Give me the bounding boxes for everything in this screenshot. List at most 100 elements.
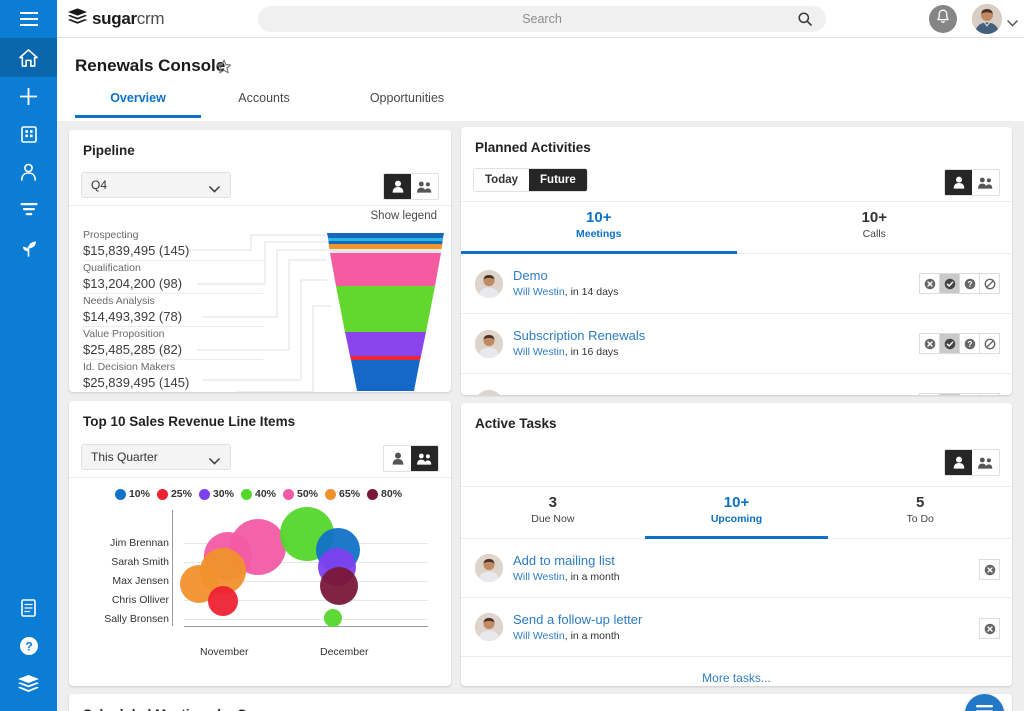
funnel-stage-value: $25,839,495 (145) bbox=[83, 374, 263, 391]
legend-label: 40% bbox=[255, 488, 276, 500]
activity-title[interactable]: Subscription Renewals bbox=[513, 327, 645, 345]
activity-title[interactable]: Demo bbox=[513, 267, 618, 285]
cancel-x-icon-button[interactable] bbox=[919, 333, 940, 354]
active-tasks-dashlet: Active Tasks bbox=[461, 403, 1012, 686]
bubble-point[interactable] bbox=[208, 586, 238, 616]
cancel-x-icon-button[interactable] bbox=[979, 618, 1000, 639]
question-circle-icon-button[interactable]: ? bbox=[959, 333, 980, 354]
top-sales-toggle-team-items[interactable] bbox=[411, 446, 438, 471]
search-icon[interactable] bbox=[798, 12, 812, 31]
legend-item[interactable]: 40% bbox=[241, 488, 276, 500]
legend-item[interactable]: 80% bbox=[367, 488, 402, 500]
funnel-stage-row[interactable]: Needs Analysis $14,493,392 (78) bbox=[83, 294, 263, 327]
tab-opportunities[interactable]: Opportunities bbox=[327, 91, 487, 118]
funnel-stage-row[interactable]: Prospecting $15,839,495 (145) bbox=[83, 228, 263, 261]
pipeline-toggle-team-items[interactable] bbox=[411, 174, 438, 199]
bubble-point[interactable] bbox=[324, 609, 342, 627]
sidebar-item-accounts[interactable] bbox=[0, 115, 57, 153]
activity-title[interactable]: Vendor Meeting bbox=[513, 395, 604, 396]
plus-icon bbox=[19, 87, 38, 106]
sidebar-item-create[interactable] bbox=[0, 77, 57, 115]
more-tasks-link[interactable]: More tasks... bbox=[461, 657, 1012, 685]
search-box[interactable] bbox=[258, 6, 826, 32]
funnel-stage-value: $14,493,392 (78) bbox=[83, 308, 263, 325]
task-row[interactable]: Add to mailing list Will Westin, in a mo… bbox=[461, 539, 1012, 598]
cancel-x-icon-button[interactable] bbox=[919, 273, 940, 294]
no-entry-icon-button[interactable] bbox=[979, 393, 1000, 395]
app-logo[interactable]: sugarcrm bbox=[68, 8, 164, 30]
task-row[interactable]: Send a follow-up letter Will Westin, in … bbox=[461, 598, 1012, 657]
top-sales-toggle-my-items[interactable] bbox=[384, 446, 411, 471]
no-entry-icon-button[interactable] bbox=[979, 273, 1000, 294]
check-circle-icon-button[interactable] bbox=[939, 393, 960, 395]
stat-upcoming-count: 10+ bbox=[645, 493, 829, 512]
tasks-toggle-team-items[interactable] bbox=[972, 450, 999, 475]
notifications-button[interactable] bbox=[929, 5, 957, 33]
stat-due-now[interactable]: 3 Due Now bbox=[461, 487, 645, 538]
stat-calls[interactable]: 10+ Calls bbox=[737, 202, 1013, 253]
timeframe-today-button[interactable]: Today bbox=[474, 169, 529, 191]
activity-row[interactable]: Demo Will Westin, in 14 days ? bbox=[461, 254, 1012, 314]
pipeline-dashlet: Pipeline Q4 bbox=[69, 130, 451, 392]
x-label: December bbox=[320, 646, 368, 658]
top-sales-period-select[interactable]: This Quarter bbox=[81, 444, 231, 470]
legend-item[interactable]: 65% bbox=[325, 488, 360, 500]
stat-meetings[interactable]: 10+ Meetings bbox=[461, 202, 737, 253]
planned-toggle-team-items[interactable] bbox=[972, 170, 999, 195]
sidebar-item-hamburger[interactable] bbox=[0, 0, 57, 38]
sidebar-item-contacts[interactable] bbox=[0, 153, 57, 191]
pipeline-toggle-my-items[interactable] bbox=[384, 174, 411, 199]
legend-label: 50% bbox=[297, 488, 318, 500]
funnel-stage-name: Value Proposition bbox=[83, 328, 263, 341]
planned-toggle-my-items[interactable] bbox=[945, 170, 972, 195]
stat-to-do[interactable]: 5 To Do bbox=[828, 487, 1012, 538]
sidebar-item-modules[interactable] bbox=[0, 665, 57, 703]
stat-upcoming[interactable]: 10+ Upcoming bbox=[645, 487, 829, 538]
task-title[interactable]: Add to mailing list bbox=[513, 552, 620, 570]
activity-row[interactable]: Vendor Meeting ? bbox=[461, 374, 1012, 395]
sidebar-item-home[interactable] bbox=[0, 38, 57, 77]
stat-to-do-label: To Do bbox=[828, 512, 1012, 526]
legend-item[interactable]: 50% bbox=[283, 488, 318, 500]
task-title[interactable]: Send a follow-up letter bbox=[513, 611, 642, 629]
timeframe-future-button[interactable]: Future bbox=[529, 169, 587, 191]
sidebar-item-opportunities[interactable] bbox=[0, 229, 57, 267]
pipeline-show-legend[interactable]: Show legend bbox=[371, 210, 438, 222]
check-circle-icon-button[interactable] bbox=[939, 273, 960, 294]
question-circle-icon-button[interactable]: ? bbox=[959, 273, 980, 294]
avatar[interactable] bbox=[972, 4, 1002, 34]
funnel-stage-row[interactable]: Qualification $13,204,200 (98) bbox=[83, 261, 263, 294]
pipeline-period-select[interactable]: Q4 bbox=[81, 172, 231, 198]
search-input[interactable] bbox=[286, 12, 797, 26]
pipeline-funnel-chart: Prospecting $15,839,495 (145) Qualificat… bbox=[69, 228, 451, 392]
bubble-point[interactable] bbox=[320, 567, 358, 605]
sprout-icon bbox=[19, 239, 38, 257]
legend-item[interactable]: 30% bbox=[199, 488, 234, 500]
logo-text: sugarcrm bbox=[92, 9, 164, 29]
sidebar-item-leads[interactable] bbox=[0, 191, 57, 229]
funnel-stage-row[interactable]: Value Proposition $25,485,285 (82) bbox=[83, 327, 263, 360]
legend-item[interactable]: 25% bbox=[157, 488, 192, 500]
tasks-toggle-my-items[interactable] bbox=[945, 450, 972, 475]
sidebar-item-documents[interactable] bbox=[0, 589, 57, 627]
funnel-stage-row[interactable]: Id. Decision Makers $25,839,495 (145) bbox=[83, 360, 263, 392]
x-axis-line bbox=[184, 626, 428, 627]
check-circle-icon-button[interactable] bbox=[939, 333, 960, 354]
legend-item[interactable]: 10% bbox=[115, 488, 150, 500]
tab-overview[interactable]: Overview bbox=[75, 91, 201, 118]
profile-chevron-down-icon[interactable] bbox=[1007, 14, 1018, 32]
favorite-star-icon[interactable] bbox=[216, 59, 232, 80]
cancel-x-icon-button[interactable] bbox=[919, 393, 940, 395]
no-entry-icon-button[interactable] bbox=[979, 333, 1000, 354]
top-sales-view-toggle bbox=[383, 445, 439, 472]
activity-row[interactable]: Subscription Renewals Will Westin, in 16… bbox=[461, 314, 1012, 374]
cancel-x-icon-button[interactable] bbox=[979, 559, 1000, 580]
scheduled-meetings-title: Scheduled Meetings by Owner bbox=[69, 694, 1012, 711]
top-sales-revenue-title: Top 10 Sales Revenue Line Items bbox=[69, 401, 451, 429]
active-tasks-stats: 3 Due Now 10+ Upcoming 5 To Do bbox=[461, 487, 1012, 539]
tab-accounts[interactable]: Accounts bbox=[201, 91, 327, 118]
sidebar-item-help[interactable]: ? bbox=[0, 627, 57, 665]
chevron-down-icon bbox=[209, 182, 220, 196]
question-circle-icon-button[interactable]: ? bbox=[959, 393, 980, 395]
gridline bbox=[184, 619, 428, 620]
